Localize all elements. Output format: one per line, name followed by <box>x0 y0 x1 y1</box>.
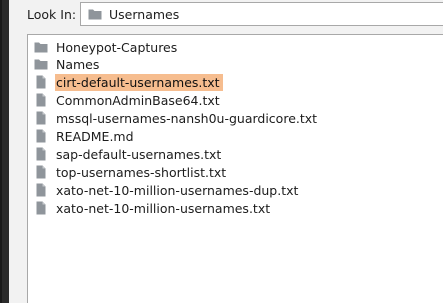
look-in-current-folder: Usernames <box>109 7 180 22</box>
list-item-folder[interactable]: Honeypot-Captures <box>34 38 180 56</box>
list-item-folder[interactable]: Names <box>34 55 102 73</box>
list-item-label: CommonAdminBase64.txt <box>56 92 220 108</box>
folder-icon <box>34 57 48 71</box>
background-window-edge <box>0 0 9 303</box>
look-in-combobox[interactable]: Usernames <box>80 2 443 26</box>
list-item-label: xato-net-10-million-usernames-dup.txt <box>56 182 299 198</box>
screen: Look In: Usernames Honeypot-Captures Nam… <box>0 0 443 303</box>
list-item-file[interactable]: xato-net-10-million-usernames-dup.txt <box>34 181 301 199</box>
file-icon <box>34 201 48 215</box>
window-edge-stripe <box>0 0 2 303</box>
list-item-file[interactable]: xato-net-10-million-usernames.txt <box>34 199 273 217</box>
list-item-file-selected[interactable]: cirt-default-usernames.txt <box>34 73 223 91</box>
list-item-label: Names <box>56 56 100 72</box>
list-item-label: xato-net-10-million-usernames.txt <box>56 200 271 216</box>
list-item-label: sap-default-usernames.txt <box>56 146 222 162</box>
list-item-label: Honeypot-Captures <box>56 39 178 55</box>
list-item-label: README.md <box>56 128 134 144</box>
folder-icon <box>34 40 48 54</box>
list-item-file[interactable]: README.md <box>34 127 137 145</box>
file-icon <box>34 147 48 161</box>
look-in-row: Look In: Usernames <box>9 0 443 30</box>
list-item-file[interactable]: top-usernames-shortlist.txt <box>34 163 229 181</box>
file-list[interactable]: Honeypot-Captures Names cirt-default-use… <box>27 34 443 303</box>
list-item-file[interactable]: CommonAdminBase64.txt <box>34 91 223 109</box>
file-icon <box>34 93 48 107</box>
file-chooser-dialog: Look In: Usernames Honeypot-Captures Nam… <box>9 0 443 303</box>
list-item-file[interactable]: mssql-usernames-nansh0u-guardicore.txt <box>34 109 320 127</box>
file-icon <box>34 183 48 197</box>
file-icon <box>34 75 48 89</box>
file-icon <box>34 129 48 143</box>
look-in-label: Look In: <box>27 7 77 22</box>
folder-icon <box>88 8 102 23</box>
list-item-label: mssql-usernames-nansh0u-guardicore.txt <box>56 110 318 126</box>
list-item-file[interactable]: sap-default-usernames.txt <box>34 145 224 163</box>
list-item-label: cirt-default-usernames.txt <box>55 73 223 91</box>
file-icon <box>34 165 48 179</box>
file-icon <box>34 111 48 125</box>
list-item-label: top-usernames-shortlist.txt <box>56 164 227 180</box>
